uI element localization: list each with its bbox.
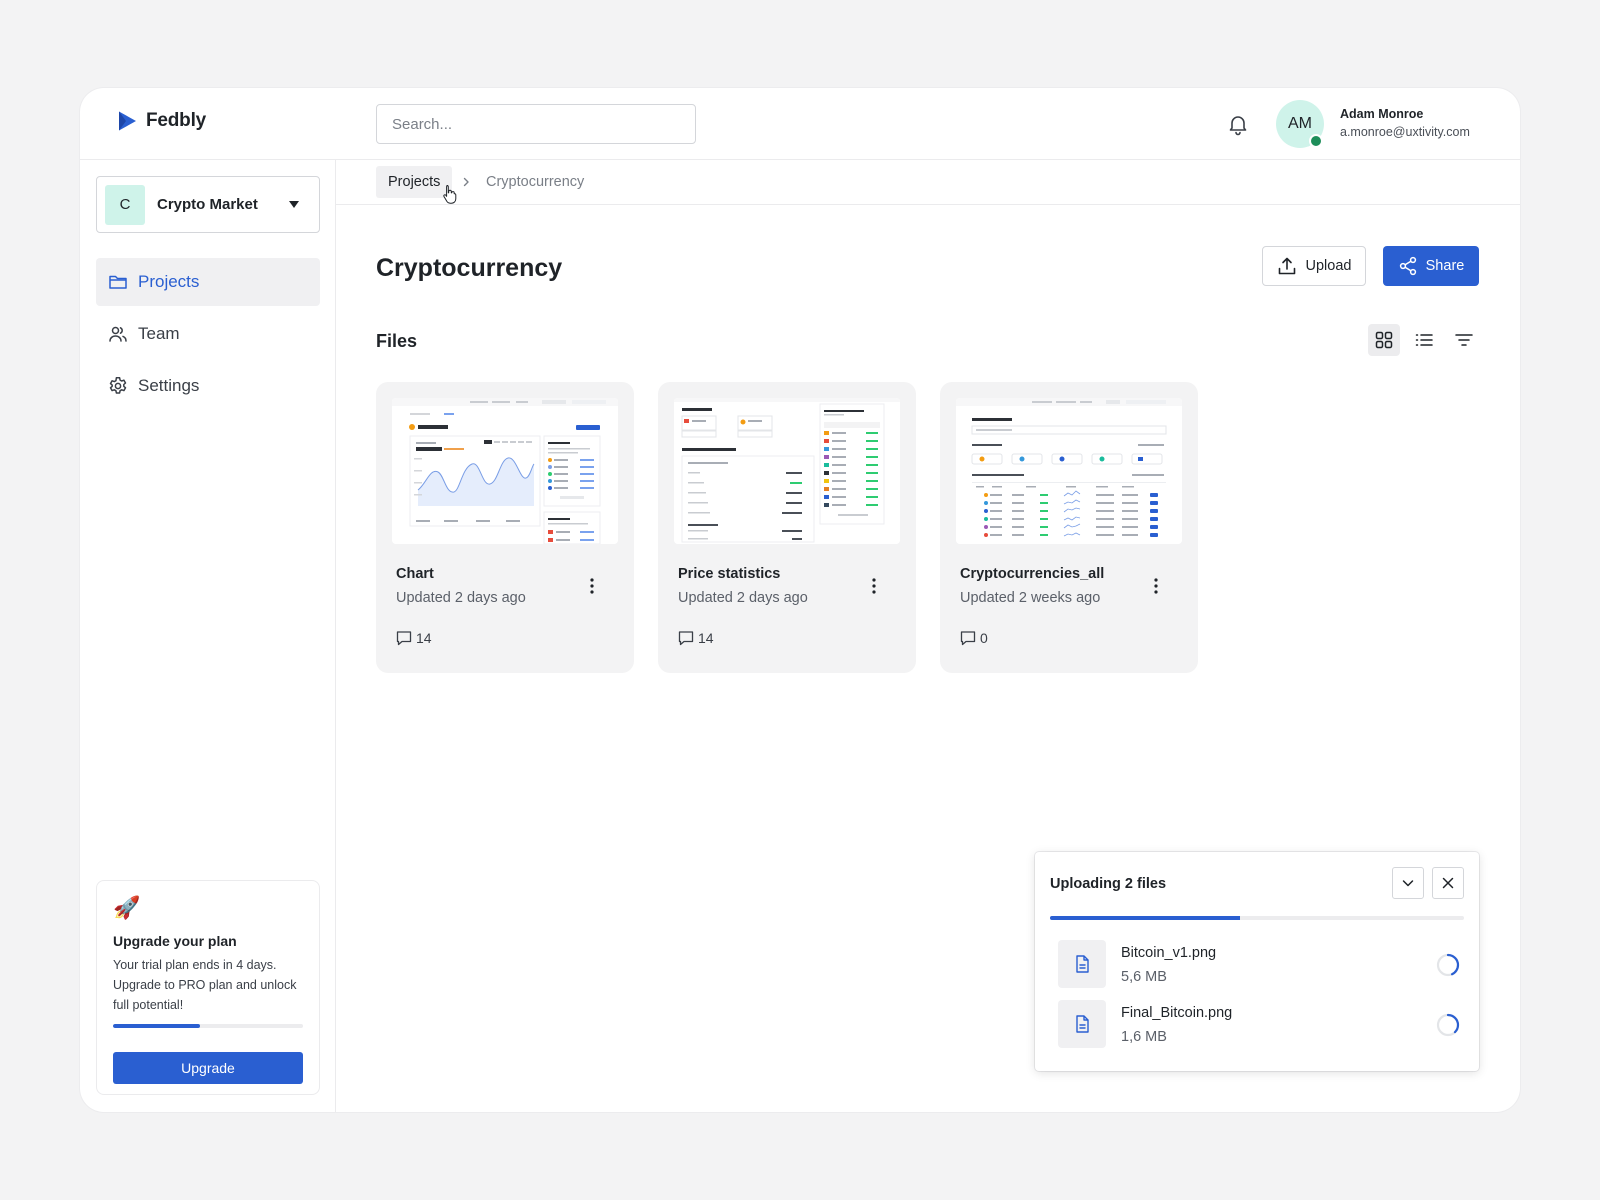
- trial-progress-bar: [113, 1024, 303, 1028]
- upload-file-name: Final_Bitcoin.png: [1121, 1005, 1233, 1021]
- online-status-dot: [1309, 134, 1323, 148]
- file-updated: Updated 2 days ago: [396, 590, 526, 606]
- comment-icon: [678, 631, 694, 646]
- upload-file-name: Bitcoin_v1.png: [1121, 945, 1217, 961]
- upgrade-title: Upgrade your plan: [113, 933, 237, 949]
- upgrade-button[interactable]: Upgrade: [113, 1052, 303, 1084]
- upload-button[interactable]: Upload: [1262, 246, 1366, 286]
- upload-button-label: Upload: [1305, 258, 1352, 274]
- comment-icon: [396, 631, 412, 646]
- upload-file-row: Bitcoin_v1.png 5,6 MB: [1058, 940, 1462, 988]
- page-title: Cryptocurrency: [376, 254, 563, 282]
- sidebar-item-label: Settings: [138, 376, 200, 395]
- sidebar-item-projects[interactable]: Projects: [96, 258, 320, 306]
- file-icon: [1058, 940, 1106, 988]
- upload-file-size: 5,6 MB: [1121, 969, 1167, 985]
- logo-play-icon: [119, 111, 136, 131]
- user-email: a.monroe@uxtivity.com: [1340, 125, 1470, 139]
- upload-icon: [1278, 257, 1295, 275]
- file-updated: Updated 2 days ago: [678, 590, 808, 606]
- breadcrumb-projects-link[interactable]: Projects: [376, 166, 453, 198]
- close-icon: [1442, 877, 1454, 889]
- grid-view-button[interactable]: [1368, 324, 1400, 356]
- file-comments: 14: [396, 630, 432, 646]
- sidebar: C Crypto Market Projects Team Settings 🚀…: [80, 160, 336, 1112]
- collapse-panel-button[interactable]: [1392, 867, 1424, 899]
- filter-button[interactable]: [1448, 324, 1480, 356]
- file-card[interactable]: Chart Updated 2 days ago 14: [376, 382, 634, 673]
- upload-progress-fill: [1050, 916, 1241, 920]
- app-name: Fedbly: [146, 110, 207, 131]
- grid-view-icon: [1375, 331, 1393, 349]
- file-thumbnail: [956, 398, 1182, 544]
- upload-panel-title: Uploading 2 files: [1050, 876, 1167, 892]
- filter-icon: [1455, 334, 1473, 346]
- file-thumbnail: [392, 398, 618, 544]
- upgrade-card: 🚀 Upgrade your plan Your trial plan ends…: [96, 880, 320, 1095]
- comment-icon: [960, 631, 976, 646]
- sidebar-item-label: Team: [138, 324, 180, 343]
- caret-down-icon: [289, 201, 299, 208]
- loading-spinner-icon: [1436, 953, 1460, 977]
- file-title: Chart: [396, 566, 434, 582]
- bell-icon[interactable]: [1226, 112, 1250, 136]
- file-title: Cryptocurrencies_all: [960, 566, 1105, 582]
- close-panel-button[interactable]: [1432, 867, 1464, 899]
- chevron-down-icon: [1402, 880, 1414, 887]
- loading-spinner-icon: [1436, 1013, 1460, 1037]
- sidebar-item-settings[interactable]: Settings: [96, 362, 320, 410]
- file-updated: Updated 2 weeks ago: [960, 590, 1101, 606]
- gear-icon: [109, 377, 127, 394]
- file-thumbnail: [674, 398, 900, 544]
- hand-cursor-icon: [443, 185, 457, 204]
- files-section-title: Files: [376, 331, 418, 351]
- list-view-button[interactable]: [1408, 324, 1440, 356]
- file-title: Price statistics: [678, 566, 781, 582]
- sidebar-item-team[interactable]: Team: [96, 310, 320, 358]
- more-vertical-icon[interactable]: [586, 576, 598, 596]
- upgrade-text: Your trial plan ends in 4 days. Upgrade …: [113, 958, 297, 1012]
- breadcrumb-current: Cryptocurrency: [486, 174, 585, 190]
- upload-file-row: Final_Bitcoin.png 1,6 MB: [1058, 1000, 1462, 1048]
- file-comments: 0: [960, 630, 988, 646]
- workspace-name: Crypto Market: [157, 196, 258, 213]
- sidebar-nav: Projects Team Settings: [96, 258, 320, 414]
- upload-progress-bar: [1050, 916, 1464, 920]
- chevron-right-icon: [463, 177, 469, 187]
- users-icon: [109, 326, 127, 342]
- list-view-icon: [1415, 334, 1433, 346]
- share-button-label: Share: [1425, 258, 1465, 274]
- rocket-icon: 🚀: [113, 895, 141, 920]
- file-comments: 14: [678, 630, 714, 646]
- upload-progress-panel: Uploading 2 files Bitcoin_v1.png 5,6 MB …: [1035, 852, 1479, 1071]
- folder-icon: [109, 275, 127, 289]
- file-card[interactable]: Cryptocurrencies_all Updated 2 weeks ago…: [940, 382, 1198, 673]
- user-name: Adam Monroe: [1340, 107, 1424, 121]
- breadcrumb: Projects Cryptocurrency: [336, 160, 1520, 205]
- more-vertical-icon[interactable]: [868, 576, 880, 596]
- app-logo[interactable]: Fedbly: [117, 110, 206, 132]
- file-card[interactable]: Price statistics Updated 2 days ago 14: [658, 382, 916, 673]
- top-bar: Fedbly AM Adam Monroe a.monroe@uxtivity.…: [80, 88, 1520, 160]
- comment-count: 0: [980, 630, 988, 646]
- upload-file-size: 1,6 MB: [1121, 1029, 1167, 1045]
- more-vertical-icon[interactable]: [1150, 576, 1162, 596]
- share-button[interactable]: Share: [1383, 246, 1479, 286]
- workspace-selector[interactable]: C Crypto Market: [96, 176, 320, 233]
- file-icon: [1058, 1000, 1106, 1048]
- workspace-badge: C: [105, 184, 145, 225]
- trial-progress-fill: [113, 1024, 201, 1028]
- search-input[interactable]: [376, 104, 696, 144]
- sidebar-item-label: Projects: [138, 272, 200, 291]
- share-icon: [1399, 256, 1416, 276]
- comment-count: 14: [698, 630, 714, 646]
- comment-count: 14: [416, 630, 432, 646]
